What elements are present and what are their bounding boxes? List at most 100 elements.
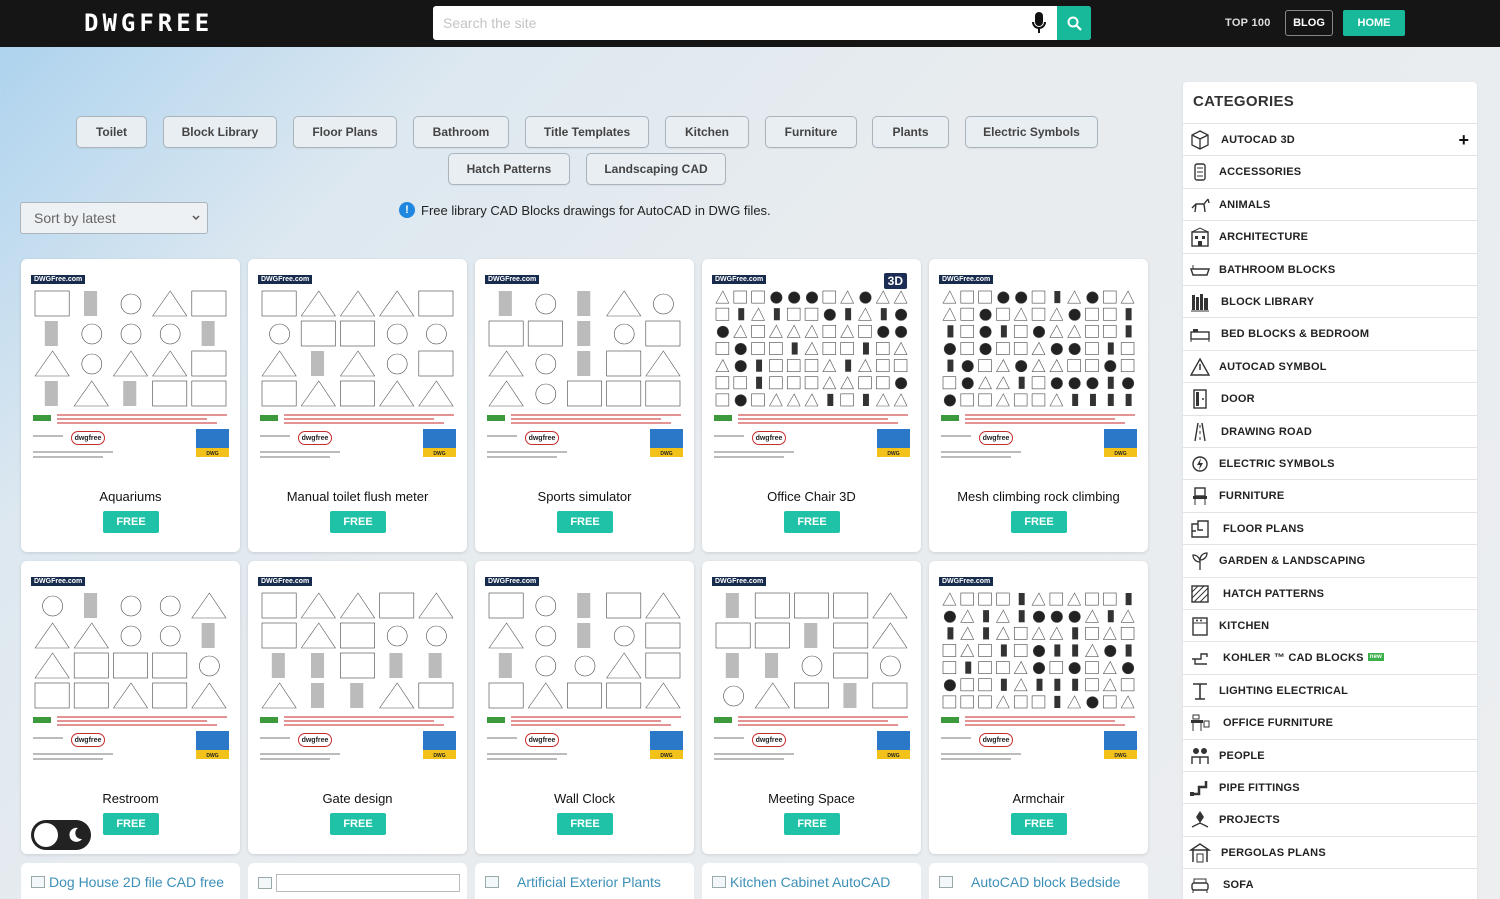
sidebar-item-architecture[interactable]: ARCHITECTURE — [1183, 220, 1477, 252]
card-title[interactable]: Mesh climbing rock climbing — [929, 489, 1148, 504]
sidebar-item-kohler-cad-blocks[interactable]: KOHLER ™ CAD BLOCKS new — [1183, 641, 1477, 673]
card-link-title[interactable] — [276, 874, 460, 892]
cad-block-card[interactable]: DWGFree.com dwgfree DWG Armchair FREE — [929, 561, 1148, 854]
thumbnail-brand: DWGFree.com — [485, 275, 540, 284]
cad-block-card[interactable]: DWGFree.com dwgfree DWG Meeting Space FR… — [702, 561, 921, 854]
free-badge-button[interactable]: FREE — [330, 511, 386, 533]
card-title[interactable]: Aquariums — [21, 489, 240, 504]
nav-top100-link[interactable]: TOP 100 — [1225, 17, 1271, 29]
card-title[interactable]: Restroom — [21, 791, 240, 806]
free-badge-button[interactable]: FREE — [784, 511, 840, 533]
sidebar-item-projects[interactable]: PROJECTS — [1183, 803, 1477, 835]
expand-plus-icon[interactable]: + — [1458, 130, 1469, 151]
card-partial[interactable]: AutoCAD block Bedside — [929, 863, 1148, 899]
card-title[interactable]: Wall Clock — [475, 791, 694, 806]
tag-title-templates[interactable]: Title Templates — [525, 116, 649, 148]
sidebar-item-floor-plans[interactable]: FLOOR PLANS — [1183, 511, 1477, 544]
card-thumbnail[interactable]: DWGFree.com dwgfree DWG — [937, 273, 1140, 469]
cad-block-card[interactable]: DWGFree.com dwgfree DWG Mesh climbing ro… — [929, 259, 1148, 552]
card-thumbnail[interactable]: DWGFree.com dwgfree DWG — [710, 575, 913, 771]
card-thumbnail[interactable]: DWGFree.com 3D dwgfree DWG — [710, 273, 913, 469]
sidebar-item-door[interactable]: DOOR — [1183, 382, 1477, 414]
tag-electric-symbols[interactable]: Electric Symbols — [965, 116, 1098, 148]
card-thumbnail[interactable]: DWGFree.com dwgfree DWG — [937, 575, 1140, 771]
tag-kitchen[interactable]: Kitchen — [665, 116, 749, 148]
cad-block-card[interactable]: DWGFree.com dwgfree DWG Aquariums FREE — [21, 259, 240, 552]
card-thumbnail[interactable]: DWGFree.com dwgfree DWG — [29, 575, 232, 771]
card-partial[interactable]: Artificial Exterior Plants — [475, 863, 694, 899]
card-title[interactable]: Sports simulator — [475, 489, 694, 504]
sidebar-item-accessories[interactable]: ACCESSORIES — [1183, 155, 1477, 187]
card-title[interactable]: Manual toilet flush meter — [248, 489, 467, 504]
free-badge-button[interactable]: FREE — [784, 813, 840, 835]
free-badge-button[interactable]: FREE — [330, 813, 386, 835]
tag-plants[interactable]: Plants — [872, 116, 949, 148]
tag-toilet[interactable]: Toilet — [76, 116, 147, 148]
cad-block-card[interactable]: DWGFree.com dwgfree DWG Wall Clock FREE — [475, 561, 694, 854]
card-title[interactable]: Office Chair 3D — [702, 489, 921, 504]
sidebar-item-furniture[interactable]: FURNITURE — [1183, 479, 1477, 511]
thumbnail-footer: dwgfree DWG — [487, 413, 683, 467]
tag-floor-plans[interactable]: Floor Plans — [293, 116, 397, 148]
sidebar-item-electric-symbols[interactable]: ELECTRIC SYMBOLS — [1183, 447, 1477, 479]
sidebar-item-pipe-fittings[interactable]: PIPE FITTINGS — [1183, 771, 1477, 803]
tag-furniture[interactable]: Furniture — [765, 116, 857, 148]
sidebar-item-block-library[interactable]: BLOCK LIBRARY — [1183, 285, 1477, 317]
sidebar-item-people[interactable]: PEOPLE — [1183, 738, 1477, 771]
sidebar-item-kitchen[interactable]: KITCHEN — [1183, 609, 1477, 641]
card-title[interactable]: Gate design — [248, 791, 467, 806]
tag-block-library[interactable]: Block Library — [163, 116, 277, 148]
card-link-title[interactable]: Dog House 2D file CAD free — [49, 874, 224, 890]
sort-select[interactable]: Sort by latest — [20, 202, 208, 234]
card-thumbnail[interactable]: DWGFree.com dwgfree DWG — [256, 575, 459, 771]
sidebar-item-drawing-road[interactable]: DRAWING ROAD — [1183, 414, 1477, 447]
nav-home-button[interactable]: HOME — [1343, 10, 1405, 36]
card-partial[interactable] — [248, 863, 467, 899]
card-thumbnail[interactable]: DWGFree.com dwgfree DWG — [483, 575, 686, 771]
sidebar-item-office-furniture[interactable]: OFFICE FURNITURE — [1183, 706, 1477, 738]
search-button[interactable] — [1057, 6, 1091, 40]
sidebar-item-garden-landscaping[interactable]: GARDEN & LANDSCAPING — [1183, 544, 1477, 576]
cad-block-card[interactable]: DWGFree.com dwgfree DWG Sports simulator… — [475, 259, 694, 552]
sidebar-item-autocad-3d[interactable]: AUTOCAD 3D + — [1183, 123, 1477, 155]
card-link-title[interactable]: Kitchen Cabinet AutoCAD — [730, 874, 890, 890]
card-partial[interactable]: Kitchen Cabinet AutoCAD — [702, 863, 921, 899]
sidebar-item-bed-blocks-bedroom[interactable]: BED BLOCKS & BEDROOM — [1183, 317, 1477, 349]
sidebar-item-label: AUTOCAD SYMBOL — [1219, 360, 1327, 373]
site-logo[interactable]: DWGFREE — [84, 9, 213, 37]
card-thumbnail[interactable]: DWGFree.com dwgfree DWG — [483, 273, 686, 469]
card-title[interactable]: Armchair — [929, 791, 1148, 806]
free-badge-button[interactable]: FREE — [557, 511, 613, 533]
categories-sidebar: CATEGORIES AUTOCAD 3D + ACCESSORIES ANIM… — [1183, 82, 1477, 899]
free-badge-button[interactable]: FREE — [1011, 511, 1067, 533]
free-badge-button[interactable]: FREE — [103, 511, 159, 533]
sidebar-item-autocad-symbol[interactable]: AUTOCAD SYMBOL — [1183, 349, 1477, 382]
tag-landscaping-cad[interactable]: Landscaping CAD — [586, 153, 726, 185]
dark-mode-toggle[interactable] — [31, 820, 91, 850]
microphone-icon[interactable] — [1021, 6, 1057, 40]
cad-block-card[interactable]: DWGFree.com 3D dwgfree DWG Office Chair … — [702, 259, 921, 552]
search-input[interactable] — [433, 6, 1021, 40]
cad-block-card[interactable]: DWGFree.com dwgfree DWG Restroom FREE — [21, 561, 240, 854]
cad-block-card[interactable]: DWGFree.com dwgfree DWG Gate design FREE — [248, 561, 467, 854]
tag-hatch-patterns[interactable]: Hatch Patterns — [448, 153, 570, 185]
free-badge-button[interactable]: FREE — [557, 813, 613, 835]
card-thumbnail[interactable]: DWGFree.com dwgfree DWG — [29, 273, 232, 469]
sidebar-item-bathroom-blocks[interactable]: BATHROOM BLOCKS — [1183, 252, 1477, 285]
sidebar-item-lighting-electrical[interactable]: LIGHTING ELECTRICAL — [1183, 673, 1477, 706]
sidebar-item-hatch-patterns[interactable]: HATCH PATTERNS — [1183, 576, 1477, 609]
card-partial[interactable]: Dog House 2D file CAD free — [21, 863, 240, 899]
free-badge-button[interactable]: FREE — [103, 813, 159, 835]
sidebar-item-animals[interactable]: ANIMALS — [1183, 187, 1477, 220]
cad-block-card[interactable]: DWGFree.com dwgfree DWG Manual toilet fl… — [248, 259, 467, 552]
thumbnail-footer: dwgfree DWG — [260, 715, 456, 769]
sidebar-item-sofa[interactable]: SOFA — [1183, 868, 1477, 899]
card-thumbnail[interactable]: DWGFree.com dwgfree DWG — [256, 273, 459, 469]
tag-bathroom[interactable]: Bathroom — [413, 116, 509, 148]
free-badge-button[interactable]: FREE — [1011, 813, 1067, 835]
card-link-title[interactable]: Artificial Exterior Plants — [517, 874, 661, 890]
nav-blog-button[interactable]: BLOG — [1285, 10, 1333, 36]
card-title[interactable]: Meeting Space — [702, 791, 921, 806]
card-link-title[interactable]: AutoCAD block Bedside — [971, 874, 1120, 890]
sidebar-item-pergolas-plans[interactable]: PERGOLAS PLANS — [1183, 835, 1477, 868]
